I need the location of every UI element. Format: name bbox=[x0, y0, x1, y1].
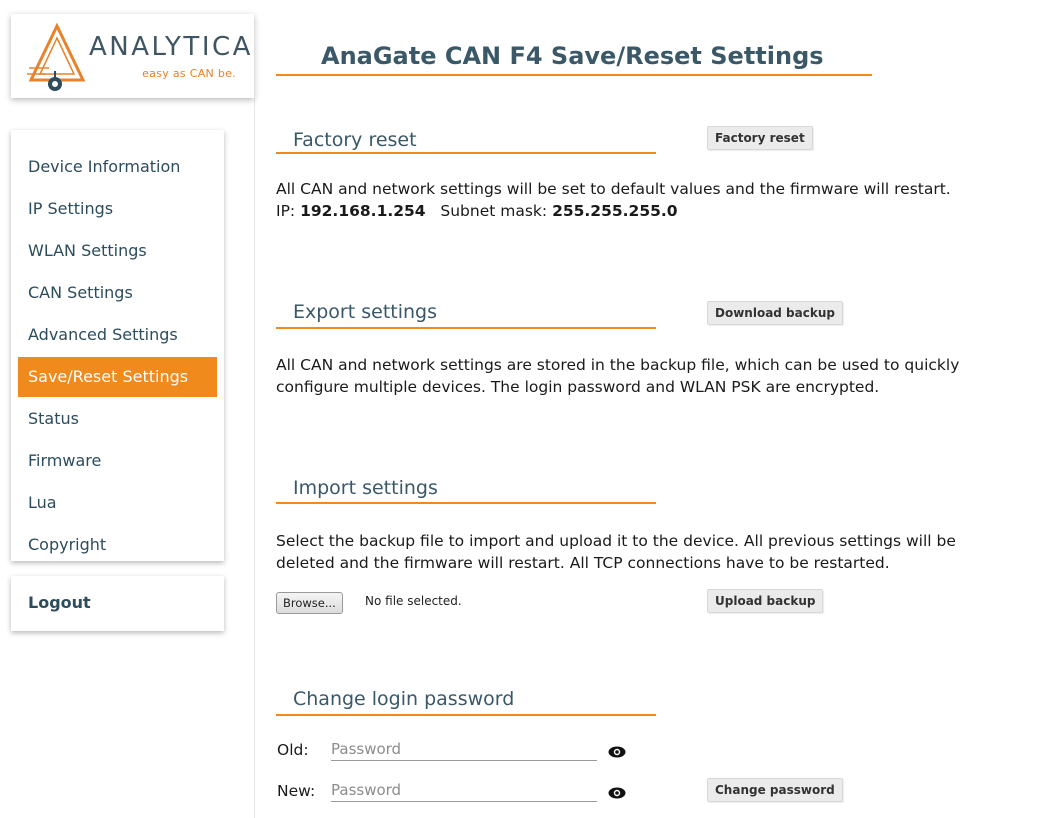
sidebar-item-can-settings[interactable]: CAN Settings bbox=[18, 273, 217, 313]
logout-card: Logout bbox=[11, 576, 224, 631]
ip-value: 192.168.1.254 bbox=[300, 202, 426, 220]
old-password-label: Old: bbox=[277, 741, 309, 759]
sidebar-item-advanced-settings[interactable]: Advanced Settings bbox=[18, 315, 217, 355]
logo-card: ANALYTICA easy as CAN be. bbox=[11, 14, 254, 98]
browse-button[interactable]: Browse... bbox=[276, 592, 343, 614]
brand-name: ANALYTICA bbox=[89, 32, 253, 62]
eye-icon[interactable] bbox=[608, 787, 626, 799]
subnet-mask-value: 255.255.255.0 bbox=[552, 202, 678, 220]
import-settings-heading: Import settings bbox=[293, 477, 438, 499]
sidebar-item-status[interactable]: Status bbox=[18, 399, 217, 439]
change-password-heading: Change login password bbox=[293, 688, 515, 710]
import-settings-description: Select the backup file to import and upl… bbox=[276, 532, 956, 572]
new-password-input[interactable] bbox=[331, 779, 597, 802]
file-status: No file selected. bbox=[365, 594, 462, 608]
nav-menu: Device Information IP Settings WLAN Settin… bbox=[11, 130, 224, 561]
page-title: AnaGate CAN F4 Save/Reset Settings bbox=[321, 42, 824, 70]
change-password-button[interactable]: Change password bbox=[707, 778, 843, 802]
eye-icon[interactable] bbox=[608, 746, 626, 758]
sidebar-item-wlan-settings[interactable]: WLAN Settings bbox=[18, 231, 217, 271]
export-settings-heading: Export settings bbox=[293, 301, 438, 323]
factory-reset-text: All CAN and network settings will be set… bbox=[276, 180, 951, 198]
title-underline bbox=[276, 74, 872, 76]
factory-reset-heading: Factory reset bbox=[293, 129, 417, 151]
analytica-logo-icon bbox=[27, 22, 86, 91]
new-password-label: New: bbox=[277, 782, 316, 800]
download-backup-button[interactable]: Download backup bbox=[707, 301, 843, 325]
sidebar-item-save-reset-settings[interactable]: Save/Reset Settings bbox=[18, 357, 217, 397]
sidebar-item-firmware[interactable]: Firmware bbox=[18, 441, 217, 481]
upload-backup-button[interactable]: Upload backup bbox=[707, 589, 824, 613]
old-password-input[interactable] bbox=[331, 738, 597, 761]
sidebar-item-lua[interactable]: Lua bbox=[18, 483, 217, 523]
sidebar-item-ip-settings[interactable]: IP Settings bbox=[18, 189, 217, 229]
section-divider bbox=[276, 714, 656, 716]
export-settings-description: All CAN and network settings are stored … bbox=[276, 356, 960, 396]
section-divider bbox=[276, 152, 656, 154]
section-divider bbox=[276, 327, 656, 329]
sidebar-item-device-information[interactable]: Device Information bbox=[18, 147, 217, 187]
factory-reset-description: All CAN and network settings will be set… bbox=[276, 178, 1016, 222]
section-divider bbox=[276, 502, 656, 504]
subnet-mask-label: Subnet mask: bbox=[440, 202, 548, 220]
sidebar-item-copyright[interactable]: Copyright bbox=[18, 525, 217, 565]
logout-link[interactable]: Logout bbox=[28, 593, 91, 612]
nav-list: Device Information IP Settings WLAN Settin… bbox=[18, 147, 217, 567]
ip-label: IP: bbox=[276, 202, 296, 220]
factory-reset-button[interactable]: Factory reset bbox=[707, 126, 813, 150]
brand-slogan: easy as CAN be. bbox=[142, 67, 236, 80]
